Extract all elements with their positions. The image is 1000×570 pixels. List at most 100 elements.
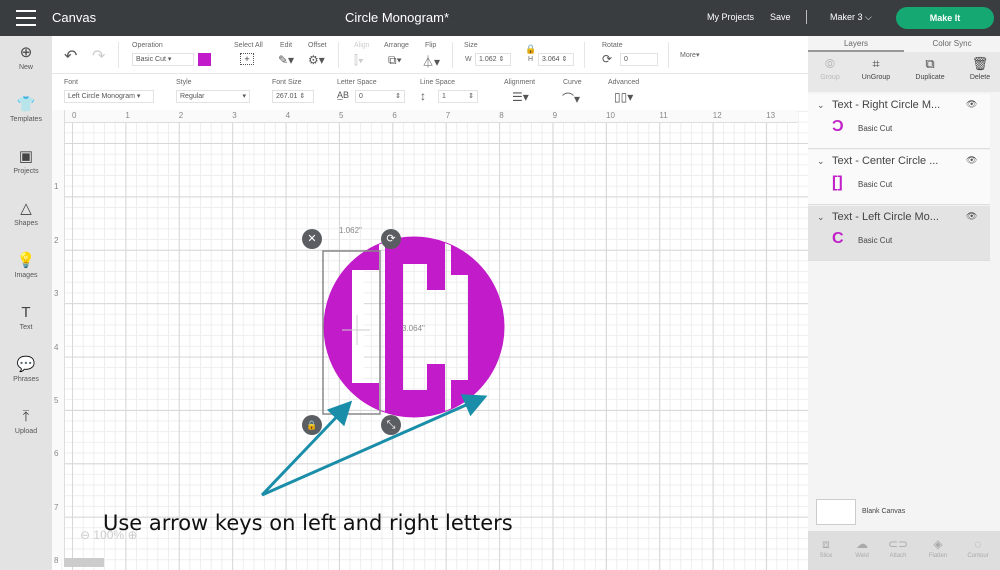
select-all-icon[interactable]: +	[240, 53, 254, 65]
attach-button[interactable]: ⊂⊃ Attach	[880, 537, 916, 559]
rotate-input[interactable]: 0	[620, 53, 658, 66]
height-input[interactable]: 3.064 ⇕	[538, 53, 574, 66]
more-button[interactable]: More▾	[680, 51, 699, 59]
my-projects-link[interactable]: My Projects	[707, 12, 754, 22]
tool-label: Delete	[969, 74, 991, 81]
tool-label: Flatten	[928, 553, 948, 559]
operation-select[interactable]: Basic Cut ▾	[132, 53, 194, 66]
weld-icon: ☁	[856, 537, 868, 551]
flatten-button[interactable]: ◈ Flatten	[920, 537, 956, 559]
curve-icon[interactable]: ⌒▾	[562, 90, 580, 107]
blank-canvas-swatch[interactable]	[816, 499, 856, 525]
width-value: 1.062	[479, 56, 497, 63]
project-title: Circle Monogram*	[345, 10, 450, 25]
layers-panel: Layers Color Sync ⦾ Group ⌗ UnGroup ⧉ Dupli…	[808, 36, 1000, 570]
redo-icon[interactable]: ↷	[92, 46, 105, 66]
advanced-icon[interactable]: ▯▯▾	[614, 90, 633, 104]
rotate-icon[interactable]: ⟳	[602, 52, 612, 66]
nav-shapes[interactable]: △ Shapes	[0, 200, 52, 227]
eye-icon[interactable]: 👁	[966, 155, 977, 166]
divider	[452, 42, 453, 68]
lock-handle-icon[interactable]: 🔒	[302, 415, 322, 435]
duplicate-button[interactable]: ⧉ Duplicate	[908, 56, 952, 81]
right-letter[interactable]	[451, 237, 512, 417]
arrange-icon[interactable]: ⧉▾	[388, 53, 402, 68]
weld-button[interactable]: ☁ Weld	[844, 537, 880, 559]
nav-new[interactable]: ⊕ New	[0, 44, 52, 71]
ungroup-button[interactable]: ⌗ UnGroup	[854, 56, 898, 81]
align-icon[interactable]: ⫿▾	[354, 53, 364, 68]
resize-handle-icon[interactable]: ⤡	[381, 415, 401, 435]
layer-thumbnail: Ɔ	[832, 118, 844, 135]
lock-icon[interactable]: 🔒	[525, 44, 536, 55]
slice-button[interactable]: ⧈ Slice	[808, 537, 844, 559]
align-left-icon[interactable]: ☰▾	[512, 90, 529, 104]
left-nav: ⊕ New 👕 Templates ▣ Projects △ Shapes 💡 Image…	[0, 36, 52, 570]
zoom-in-icon[interactable]: ⊕	[127, 528, 137, 542]
nav-text[interactable]: T Text	[0, 304, 52, 331]
nav-images[interactable]: 💡 Images	[0, 252, 52, 279]
nav-projects[interactable]: ▣ Projects	[0, 148, 52, 175]
zoom-control: ⊖ 100% ⊕	[80, 528, 138, 542]
font-select[interactable]: Left Circle Monogram ▾	[64, 90, 154, 103]
nav-phrases[interactable]: 💬 Phrases	[0, 356, 52, 383]
instruction-caption: Use arrow keys on left and right letters	[103, 511, 513, 535]
tool-label: Duplicate	[915, 74, 945, 81]
machine-select[interactable]: Maker 3 ⌵	[830, 12, 872, 23]
rotate-handle-icon[interactable]: ⟳	[381, 229, 401, 249]
curve-label: Curve	[563, 79, 582, 86]
tab-layers[interactable]: Layers	[808, 36, 904, 52]
delete-handle-icon[interactable]: ✕	[302, 229, 322, 249]
line-space-label: Line Space	[420, 79, 456, 86]
zoom-out-icon[interactable]: ⊖	[80, 528, 90, 542]
layer-item-selected[interactable]: ⌄ Text - Left Circle Mo... 👁 C Basic Cut	[808, 206, 990, 261]
delete-button[interactable]: 🗑 Delete	[958, 56, 1000, 81]
layer-thumbnail: C	[832, 230, 844, 247]
save-link[interactable]: Save	[770, 12, 791, 22]
text-toolbar: Font Left Circle Monogram ▾ Style Regula…	[52, 74, 808, 110]
flatten-icon: ◈	[933, 537, 943, 551]
tool-label: Attach	[889, 553, 907, 559]
font-size-label: Font Size	[272, 79, 302, 86]
pencil-icon[interactable]: ✎▾	[278, 53, 294, 67]
select-all-label: Select All	[234, 42, 263, 49]
app-name: Canvas	[52, 10, 97, 25]
left-letter[interactable]	[324, 237, 379, 417]
make-it-button[interactable]: Make It	[896, 7, 994, 29]
align-label: Align	[354, 42, 370, 49]
layer-name: Text - Right Circle M...	[832, 99, 941, 111]
chevron-down-icon[interactable]: ⌄	[817, 156, 825, 167]
nav-label: Phrases	[13, 376, 39, 383]
style-select[interactable]: Regular ▾	[176, 90, 250, 103]
layer-item[interactable]: ⌄ Text - Right Circle M... 👁 Ɔ Basic Cut	[808, 94, 990, 149]
letter-space-input[interactable]: 0 ⇕	[355, 90, 405, 103]
chevron-down-icon[interactable]: ⌄	[817, 212, 825, 223]
speech-bubble-icon: 💬	[16, 356, 36, 373]
width-input[interactable]: 1.062 ⇕	[475, 53, 511, 66]
eye-icon[interactable]: 👁	[966, 99, 977, 110]
flip-icon[interactable]: ⏃▾	[422, 53, 440, 70]
font-size-input[interactable]: 267.01 ⇕	[272, 90, 314, 103]
top-bar: Canvas Circle Monogram* My Projects Save…	[0, 0, 1000, 36]
arrow-annotation	[261, 394, 488, 497]
offset-icon[interactable]: ⚙▾	[308, 53, 325, 67]
eye-icon[interactable]: 👁	[966, 211, 977, 222]
chevron-down-icon[interactable]: ⌄	[817, 100, 825, 111]
projects-icon: ▣	[18, 148, 34, 165]
undo-icon[interactable]: ↶	[64, 46, 77, 66]
line-space-input[interactable]: 1 ⇕	[438, 90, 478, 103]
height-value: 3.064	[542, 56, 560, 63]
nav-upload[interactable]: ⤒ Upload	[0, 408, 52, 435]
nav-templates[interactable]: 👕 Templates	[0, 96, 52, 123]
layer-item[interactable]: ⌄ Text - Center Circle ... 👁 [] Basic Cut	[808, 150, 990, 205]
horizontal-scrollbar[interactable]	[64, 558, 104, 567]
group-button[interactable]: ⦾ Group	[808, 56, 852, 81]
contour-icon: ◌	[974, 537, 982, 551]
font-size-value: 267.01	[276, 93, 298, 100]
hamburger-menu-icon[interactable]	[16, 10, 36, 26]
width-dimension: 1.062"	[339, 226, 362, 235]
color-swatch[interactable]	[198, 53, 211, 66]
contour-button[interactable]: ◌ Contour	[960, 537, 996, 559]
tab-color-sync[interactable]: Color Sync	[904, 36, 1000, 52]
flip-label: Flip	[425, 42, 437, 49]
